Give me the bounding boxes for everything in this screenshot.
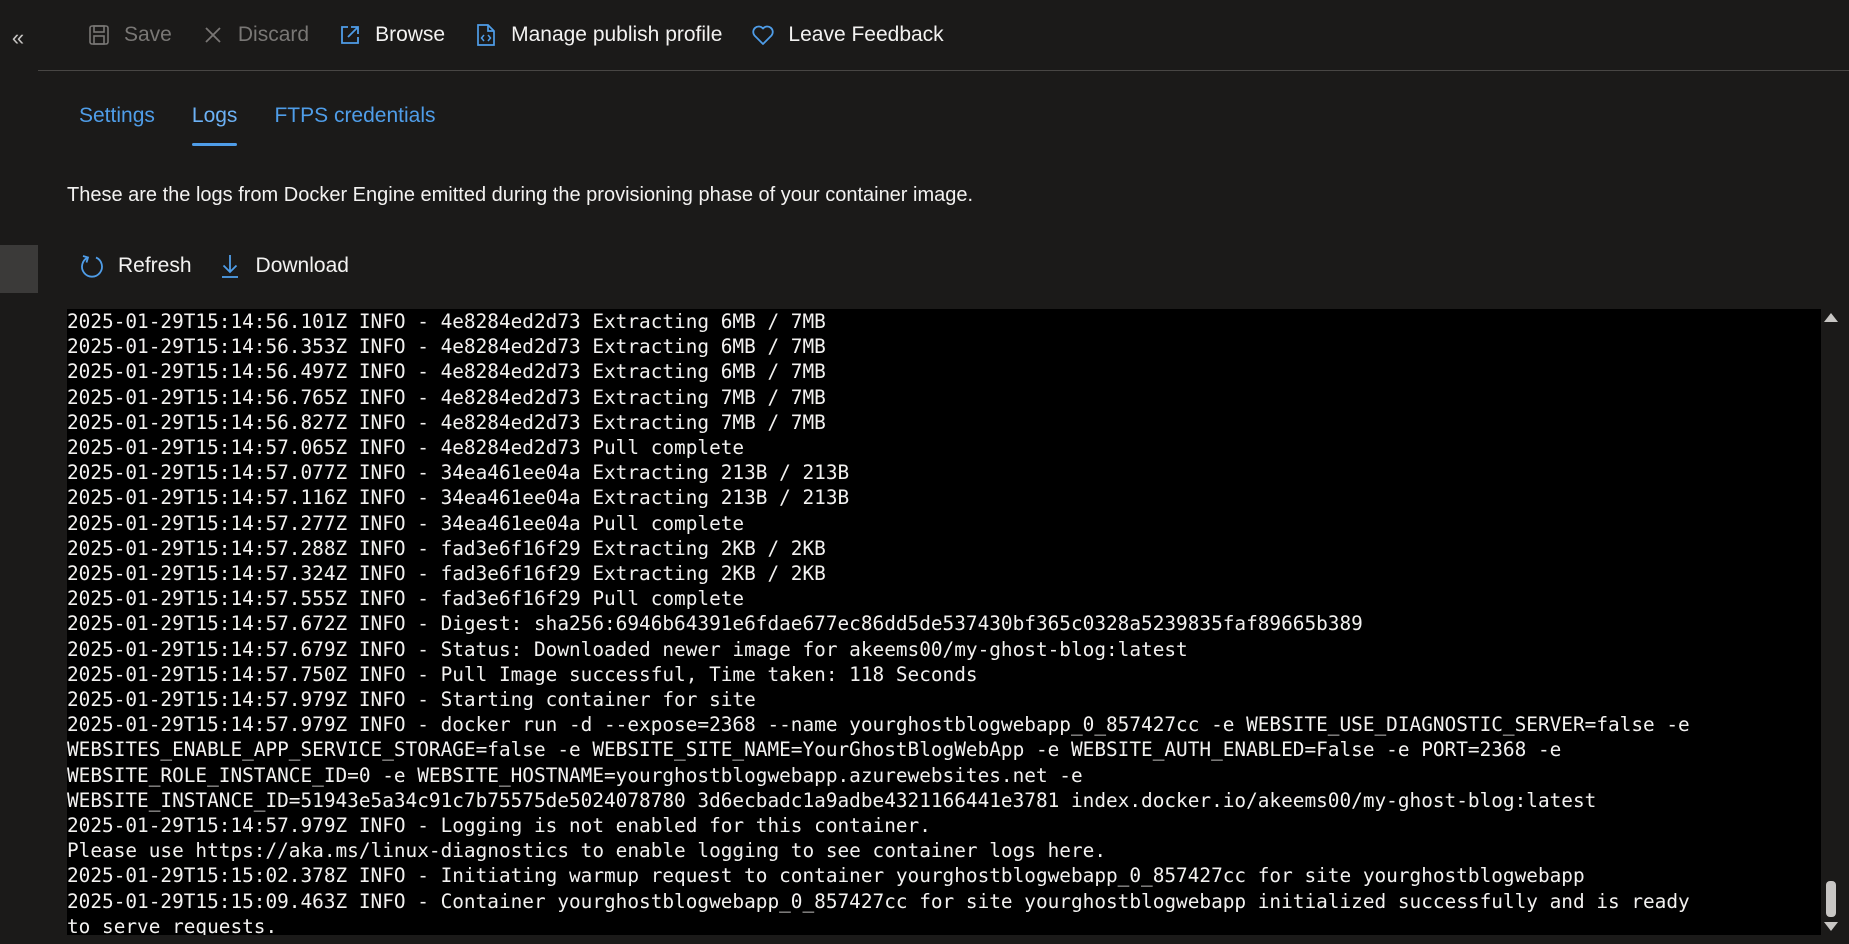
log-line: WEBSITE_INSTANCE_ID=51943e5a34c91c7b7557…	[67, 788, 1597, 812]
log-text: 2025-01-29T15:14:56.101Z INFO - 4e8284ed…	[67, 309, 1821, 935]
log-line: 2025-01-29T15:14:56.827Z INFO - 4e8284ed…	[67, 410, 826, 434]
download-label: Download	[255, 254, 349, 277]
download-button[interactable]: Download	[216, 252, 349, 280]
log-scrollbar[interactable]	[1821, 309, 1841, 935]
log-line: 2025-01-29T15:14:57.672Z INFO - Digest: …	[67, 612, 1363, 636]
log-line: 2025-01-29T15:14:57.979Z INFO - docker r…	[67, 713, 1690, 737]
refresh-label: Refresh	[118, 254, 192, 277]
scroll-down-arrow-icon[interactable]	[1824, 922, 1838, 931]
browse-label: Browse	[375, 23, 446, 46]
tab-ftps-credentials[interactable]: FTPS credentials	[274, 96, 435, 148]
rail-selected-indicator	[0, 245, 38, 293]
log-line: 2025-01-29T15:14:57.288Z INFO - fad3e6f1…	[67, 536, 826, 560]
log-line: 2025-01-29T15:15:02.378Z INFO - Initiati…	[67, 864, 1585, 888]
save-button[interactable]: Save	[86, 22, 172, 48]
leave-feedback-label: Leave Feedback	[788, 23, 944, 46]
log-line: 2025-01-29T15:14:57.979Z INFO - Starting…	[67, 688, 756, 712]
tab-logs[interactable]: Logs	[191, 96, 237, 148]
logs-actions: Refresh Download	[78, 252, 373, 280]
browse-button[interactable]: Browse	[337, 22, 445, 48]
log-line: 2025-01-29T15:14:57.679Z INFO - Status: …	[67, 637, 1188, 661]
scroll-up-arrow-icon[interactable]	[1824, 313, 1838, 322]
tab-bar: Settings Logs FTPS credentials	[79, 96, 473, 148]
log-output[interactable]: 2025-01-29T15:14:56.101Z INFO - 4e8284ed…	[67, 309, 1821, 935]
discard-label: Discard	[237, 23, 310, 46]
log-line: 2025-01-29T15:14:56.497Z INFO - 4e8284ed…	[67, 360, 826, 384]
save-label: Save	[124, 23, 172, 46]
log-line: 2025-01-29T15:14:57.077Z INFO - 34ea461e…	[67, 461, 850, 485]
refresh-button[interactable]: Refresh	[78, 252, 192, 280]
document-code-icon	[473, 22, 499, 48]
collapse-sidebar-button[interactable]: «	[6, 24, 30, 52]
log-line: 2025-01-29T15:14:57.116Z INFO - 34ea461e…	[67, 486, 850, 510]
log-line: Please use https://aka.ms/linux-diagnost…	[67, 839, 1106, 863]
save-icon	[86, 22, 112, 48]
manage-publish-profile-label: Manage publish profile	[511, 23, 723, 46]
log-line: 2025-01-29T15:14:57.750Z INFO - Pull Ima…	[67, 662, 978, 686]
refresh-icon	[78, 252, 106, 280]
open-external-icon	[337, 22, 363, 48]
left-rail: «	[0, 0, 38, 944]
command-bar: Save Discard Browse Manage publish profi…	[38, 0, 1849, 71]
log-line: to serve requests.	[67, 914, 278, 935]
log-line: 2025-01-29T15:15:09.463Z INFO - Containe…	[67, 889, 1690, 913]
log-line: 2025-01-29T15:14:57.555Z INFO - fad3e6f1…	[67, 587, 745, 611]
log-line: 2025-01-29T15:14:56.101Z INFO - 4e8284ed…	[67, 310, 826, 333]
close-icon	[200, 22, 226, 48]
logs-description: These are the logs from Docker Engine em…	[67, 184, 974, 206]
log-line: 2025-01-29T15:14:56.765Z INFO - 4e8284ed…	[67, 385, 826, 409]
log-line: WEBSITES_ENABLE_APP_SERVICE_STORAGE=fals…	[67, 738, 1562, 762]
log-line: 2025-01-29T15:14:57.979Z INFO - Logging …	[67, 814, 931, 838]
log-line: 2025-01-29T15:14:57.065Z INFO - 4e8284ed…	[67, 436, 745, 460]
log-line: 2025-01-29T15:14:57.324Z INFO - fad3e6f1…	[67, 562, 826, 586]
discard-button[interactable]: Discard	[200, 22, 309, 48]
manage-publish-profile-button[interactable]: Manage publish profile	[473, 22, 722, 48]
scrollbar-thumb[interactable]	[1826, 881, 1836, 917]
log-line: 2025-01-29T15:14:56.353Z INFO - 4e8284ed…	[67, 335, 826, 359]
leave-feedback-button[interactable]: Leave Feedback	[750, 22, 944, 48]
tab-settings[interactable]: Settings	[79, 96, 155, 148]
log-line: 2025-01-29T15:14:57.277Z INFO - 34ea461e…	[67, 511, 745, 535]
heart-icon	[750, 22, 776, 48]
download-icon	[216, 252, 244, 280]
log-line: WEBSITE_ROLE_INSTANCE_ID=0 -e WEBSITE_HO…	[67, 763, 1083, 787]
